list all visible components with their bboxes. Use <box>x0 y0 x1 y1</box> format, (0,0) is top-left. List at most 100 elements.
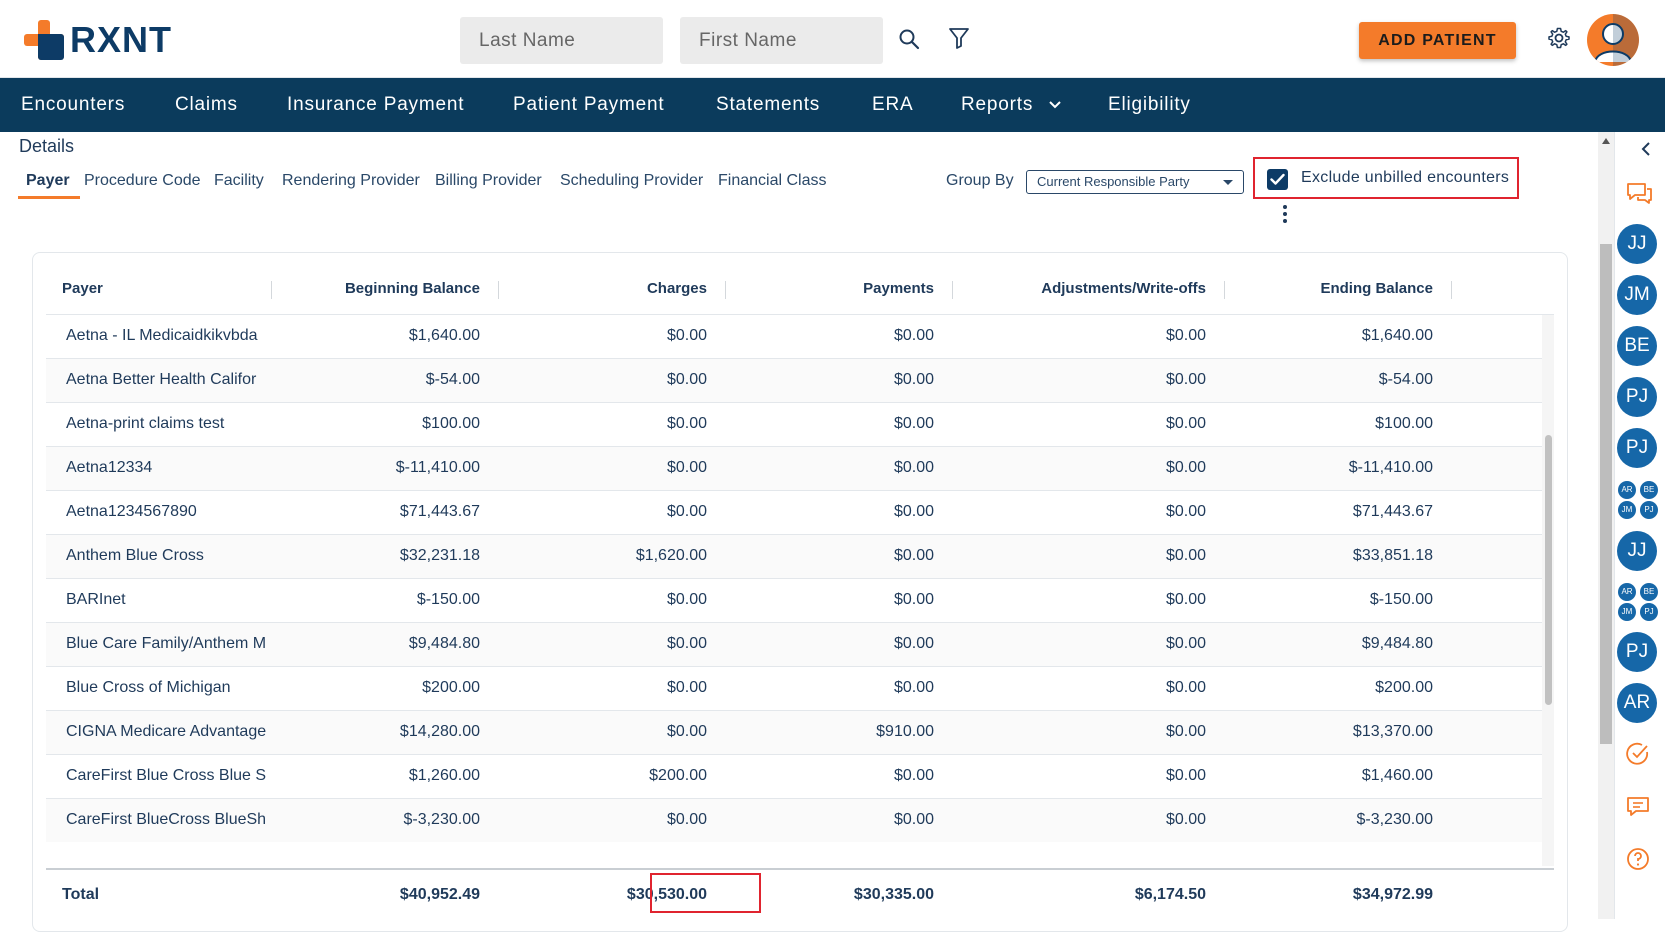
add-patient-button[interactable]: ADD PATIENT <box>1359 22 1516 59</box>
cell-ending-balance: $-3,230.00 <box>1356 811 1433 828</box>
cell-beginning-balance: $71,443.67 <box>399 503 480 520</box>
table-row[interactable]: Aetna - IL Medicaidkikvbda $1,640.00 $0.00… <box>46 314 1554 358</box>
table-row[interactable]: Blue Care Family/Anthem M $9,484.80 $0.00 $… <box>46 622 1554 666</box>
cell-adjustments: $0.00 <box>1165 635 1206 652</box>
first-name-input[interactable] <box>680 17 883 64</box>
table-row[interactable]: Anthem Blue Cross $32,231.18 $1,620.00 $0.0… <box>46 534 1554 578</box>
table-row[interactable]: Blue Cross of Michigan $200.00 $0.00 $0.00 $… <box>46 666 1554 710</box>
gear-icon[interactable] <box>1545 24 1573 52</box>
cell-adjustments: $0.00 <box>1165 415 1206 432</box>
cell-beginning-balance: $-11,410.00 <box>395 459 480 476</box>
table-row[interactable]: CareFirst BlueCross BlueSh $-3,230.00 $0.0… <box>46 798 1554 842</box>
cell-adjustments: $0.00 <box>1165 767 1206 784</box>
table-scrollbar-thumb[interactable] <box>1545 435 1552 705</box>
tab-financial-class[interactable]: Financial Class <box>718 172 826 190</box>
participant-avatar[interactable]: JJ <box>1617 224 1657 264</box>
mini-avatar: BE <box>1640 481 1658 499</box>
total-beginning-balance: $40,952.49 <box>399 886 480 903</box>
cell-payer: CareFirst BlueCross BlueSh <box>66 811 267 828</box>
nav-eligibility[interactable]: Eligibility <box>1108 78 1191 132</box>
group-avatar[interactable]: AR BE JM PJ <box>1615 583 1661 623</box>
tab-rendering-provider[interactable]: Rendering Provider <box>282 172 420 190</box>
tab-scheduling-provider[interactable]: Scheduling Provider <box>560 172 703 190</box>
col-header-payments[interactable]: Payments <box>863 280 934 297</box>
total-payments: $30,335.00 <box>853 886 934 903</box>
chat-bubbles-icon[interactable] <box>1625 180 1652 206</box>
col-header-adjustments[interactable]: Adjustments/Write-offs <box>1041 280 1206 297</box>
last-name-input[interactable] <box>460 17 663 64</box>
group-avatar[interactable]: AR BE JM PJ <box>1615 481 1661 521</box>
participant-avatar[interactable]: JJ <box>1617 531 1657 571</box>
cell-payer: Blue Care Family/Anthem M <box>66 635 267 652</box>
cell-payments: $0.00 <box>893 547 934 564</box>
participant-avatar[interactable]: AR <box>1617 683 1657 723</box>
cell-payer: Anthem Blue Cross <box>66 547 204 564</box>
cell-payer: Aetna-print claims test <box>66 415 225 432</box>
group-by-select[interactable]: Current Responsible Party <box>1026 170 1244 194</box>
tab-procedure-code[interactable]: Procedure Code <box>84 172 201 190</box>
nav-era[interactable]: ERA <box>872 78 913 132</box>
filter-icon[interactable] <box>945 24 973 52</box>
main-nav: Encounters Claims Insurance Payment Pati… <box>0 78 1665 132</box>
exclude-unbilled-label: Exclude unbilled encounters <box>1301 169 1510 186</box>
participant-avatar[interactable]: BE <box>1617 326 1657 366</box>
message-icon[interactable] <box>1625 794 1651 820</box>
exclude-unbilled-highlight: Exclude unbilled encounters <box>1253 157 1519 199</box>
tab-payer[interactable]: Payer <box>26 172 70 190</box>
column-divider <box>498 281 499 299</box>
cell-payer: BARInet <box>66 591 126 608</box>
cell-beginning-balance: $9,484.80 <box>408 635 480 652</box>
cell-charges: $0.00 <box>666 811 707 828</box>
page-scrollbar[interactable] <box>1598 132 1614 919</box>
mini-avatar: JM <box>1618 603 1636 621</box>
table-row[interactable]: Aetna Better Health Califor $-54.00 $0.00 $… <box>46 358 1554 402</box>
page-scrollbar-thumb[interactable] <box>1600 244 1612 744</box>
nav-statements[interactable]: Statements <box>716 78 820 132</box>
tab-billing-provider[interactable]: Billing Provider <box>435 172 542 190</box>
cell-beginning-balance: $-3,230.00 <box>403 811 480 828</box>
table-row[interactable]: CareFirst Blue Cross Blue S $1,260.00 $200… <box>46 754 1554 798</box>
rxnt-logo[interactable]: RXNT <box>24 18 172 62</box>
col-header-beginning-balance[interactable]: Beginning Balance <box>345 280 480 297</box>
cell-payments: $0.00 <box>893 767 934 784</box>
column-divider <box>1224 281 1225 299</box>
cell-beginning-balance: $1,260.00 <box>408 767 480 784</box>
mini-avatar: JM <box>1618 501 1636 519</box>
participant-avatar[interactable]: PJ <box>1617 632 1657 672</box>
cell-adjustments: $0.00 <box>1165 547 1206 564</box>
collapse-chevron-left-icon[interactable] <box>1639 136 1665 162</box>
table-row[interactable]: BARInet $-150.00 $0.00 $0.00 $0.00 $-150.00 <box>46 578 1554 622</box>
task-check-icon[interactable] <box>1625 741 1651 767</box>
tab-facility[interactable]: Facility <box>214 172 264 190</box>
table-row[interactable]: Aetna12334 $-11,410.00 $0.00 $0.00 $0.00 $-11… <box>46 446 1554 490</box>
cell-charges: $200.00 <box>649 767 707 784</box>
cell-adjustments: $0.00 <box>1165 459 1206 476</box>
search-icon[interactable] <box>895 25 923 53</box>
participant-avatar[interactable]: PJ <box>1617 377 1657 417</box>
table-row[interactable]: Aetna-print claims test $100.00 $0.00 $0.00… <box>46 402 1554 446</box>
more-options-icon[interactable] <box>1280 205 1290 227</box>
nav-reports[interactable]: Reports <box>961 78 1061 132</box>
cell-payments: $0.00 <box>893 415 934 432</box>
help-icon[interactable] <box>1625 846 1651 872</box>
nav-insurance-payment[interactable]: Insurance Payment <box>287 78 464 132</box>
column-divider <box>271 281 272 299</box>
table-scrollbar[interactable] <box>1542 315 1554 866</box>
nav-encounters[interactable]: Encounters <box>21 78 125 132</box>
cell-payments: $0.00 <box>893 503 934 520</box>
exclude-unbilled-checkbox[interactable] <box>1267 169 1288 190</box>
col-header-charges[interactable]: Charges <box>647 280 707 297</box>
cell-payments: $0.00 <box>893 371 934 388</box>
table-row[interactable]: Aetna1234567890 $71,443.67 $0.00 $0.00 $0.00… <box>46 490 1554 534</box>
nav-claims[interactable]: Claims <box>175 78 238 132</box>
table-row[interactable]: CIGNA Medicare Advantage $14,280.00 $0.00 $… <box>46 710 1554 754</box>
total-adjustments: $6,174.50 <box>1134 886 1206 903</box>
col-header-payer[interactable]: Payer <box>62 280 103 297</box>
participant-avatar[interactable]: PJ <box>1617 428 1657 468</box>
nav-patient-payment[interactable]: Patient Payment <box>513 78 664 132</box>
scroll-up-icon[interactable] <box>1602 138 1610 144</box>
participant-avatar[interactable]: JM <box>1617 275 1657 315</box>
col-header-ending-balance[interactable]: Ending Balance <box>1320 280 1433 297</box>
cell-adjustments: $0.00 <box>1165 679 1206 696</box>
user-avatar[interactable] <box>1587 14 1639 66</box>
